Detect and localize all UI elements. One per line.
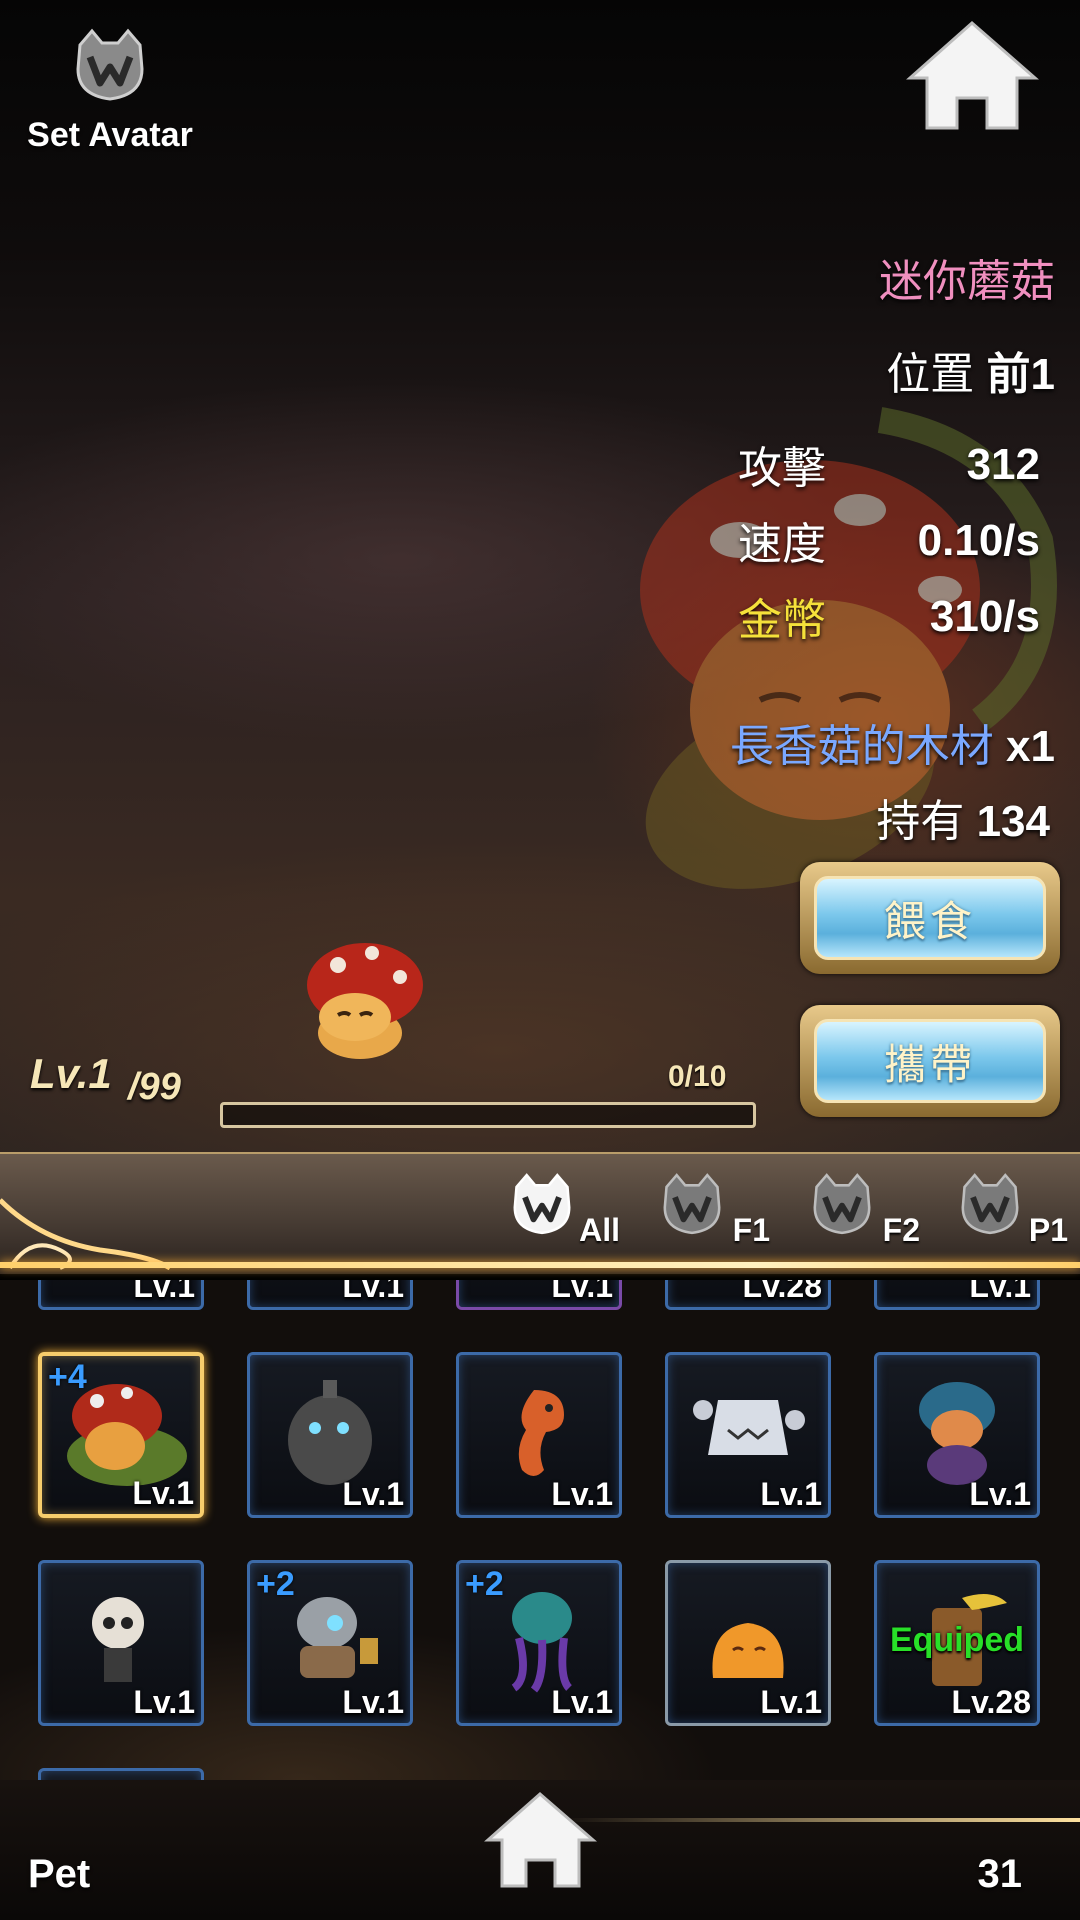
pet-level: Lv.1 (551, 1684, 613, 1720)
gold-value: 310/s (929, 592, 1040, 641)
pet-slot[interactable]: Lv.1 (665, 1560, 831, 1726)
equipped-label: Equiped (889, 1621, 1025, 1659)
pet-scene-background (0, 0, 1080, 1160)
wolf-emblem-icon (513, 1173, 571, 1235)
pet-slot[interactable] (38, 1768, 204, 1780)
feed-material: 長香菇的木材 x1 (730, 710, 1055, 774)
pet-slot[interactable]: Lv.1 (874, 1352, 1040, 1518)
filter-label: All (579, 1212, 620, 1248)
filter-label: F1 (732, 1212, 770, 1248)
owned-label: 持有 (876, 797, 965, 846)
speed-label: 速度 (738, 520, 826, 569)
level-current: Lv.1 (30, 1050, 112, 1097)
pet-slot[interactable]: Lv.28 (665, 1280, 831, 1310)
carry-button[interactable]: 攜帶 (800, 1005, 1060, 1117)
exp-progress-bar (220, 1102, 756, 1128)
gold-label: 金幣 (738, 596, 826, 645)
pet-level: Lv.1 (342, 1280, 404, 1304)
material-name: 長香菇的木材 (729, 722, 994, 771)
pet-level: Lv.1 (132, 1475, 194, 1511)
pet-grid[interactable]: Lv.1 Lv.1 Lv.1 Lv.28 Lv.1 +4 Lv.1 Lv.1 L… (0, 1280, 1080, 1780)
exp-text: 0/10 (668, 1060, 727, 1093)
ornament-swirl (0, 1198, 172, 1270)
pet-level: Lv.1 (969, 1280, 1031, 1304)
pet-level: Lv.1 (342, 1684, 404, 1720)
feed-button-label: 餵食 (814, 876, 1046, 960)
pet-slot[interactable]: Lv.1 (456, 1280, 622, 1310)
pet-level: Lv.1 (969, 1476, 1031, 1512)
feed-button[interactable]: 餵食 (800, 862, 1060, 974)
pet-slot[interactable]: Lv.1 (247, 1280, 413, 1310)
filter-divider (0, 1262, 1080, 1268)
attack-value: 312 (966, 440, 1040, 489)
filter-tab-f1[interactable]: F1 (658, 1170, 778, 1250)
filter-tab-all[interactable]: All (508, 1170, 628, 1250)
carry-button-label: 攜帶 (814, 1019, 1046, 1103)
pet-slot[interactable]: +2 Lv.1 (247, 1560, 413, 1726)
speed-value: 0.10/s (917, 516, 1040, 565)
pet-level: Lv.1 (551, 1476, 613, 1512)
wolf-emblem-icon (663, 1173, 721, 1235)
pet-level: Lv.28 (742, 1280, 822, 1304)
pet-sprite (307, 943, 423, 1059)
pet-slot[interactable]: Lv.1 (874, 1280, 1040, 1310)
pet-level: Lv.1 (760, 1684, 822, 1720)
filter-label: P1 (1028, 1212, 1068, 1248)
set-avatar-label: Set Avatar (27, 116, 193, 154)
owned-value: 134 (976, 797, 1050, 846)
pet-slot[interactable]: Lv.1 (665, 1352, 831, 1518)
pet-level: Lv.1 (342, 1476, 404, 1512)
ghost-pet-icon (693, 1400, 805, 1455)
pet-slot[interactable]: +2 Lv.1 (456, 1560, 622, 1726)
footer-title: Pet (28, 1852, 91, 1896)
footer-divider (560, 1818, 1080, 1822)
pet-slot-selected[interactable]: +4 Lv.1 (38, 1352, 204, 1518)
pet-level: Lv.1 (133, 1684, 195, 1720)
attack-label: 攻擊 (738, 444, 826, 493)
pet-slot[interactable]: Lv.1 (38, 1280, 204, 1310)
owned-count: 持有 134 (876, 785, 1050, 849)
iron-golem-pet-icon (288, 1380, 372, 1485)
set-avatar-button[interactable]: Set Avatar (20, 25, 200, 165)
position-value: 前1 (986, 350, 1055, 399)
material-qty: x1 (1006, 722, 1055, 771)
skull-kid-pet-icon (92, 1597, 144, 1682)
filter-tab-p1[interactable]: P1 (956, 1170, 1076, 1250)
upgrade-badge: +2 (465, 1565, 504, 1603)
wolf-emblem-icon (961, 1173, 1019, 1235)
level-max: /99 (128, 1066, 181, 1108)
orange-slime-pet-icon (712, 1623, 784, 1678)
filter-label: F2 (882, 1212, 920, 1248)
home-icon[interactable] (483, 1790, 598, 1890)
pet-slot-equipped[interactable]: Equiped Lv.28 (874, 1560, 1040, 1726)
pet-count: 31 (977, 1852, 1023, 1896)
pet-slot[interactable]: Lv.1 (38, 1560, 204, 1726)
pet-level: Lv.28 (951, 1684, 1031, 1720)
pet-level: Lv.1 (760, 1476, 822, 1512)
upgrade-badge: +2 (256, 1565, 295, 1603)
position-label: 位置 (886, 350, 975, 399)
pet-level: Lv.1 (551, 1280, 613, 1304)
home-icon[interactable] (905, 18, 1040, 133)
wolf-emblem-icon (76, 28, 144, 101)
filter-tab-f2[interactable]: F2 (808, 1170, 928, 1250)
seahorse-pet-icon (518, 1390, 564, 1476)
pet-position: 位置 前1 (886, 338, 1055, 402)
dragon-kid-pet-icon (919, 1382, 995, 1485)
wolf-emblem-icon (813, 1173, 871, 1235)
upgrade-badge: +4 (48, 1358, 87, 1396)
pet-slot[interactable]: Lv.1 (456, 1352, 622, 1518)
pet-slot[interactable]: Lv.1 (247, 1352, 413, 1518)
pet-level: Lv.1 (133, 1280, 195, 1304)
pet-name: 迷你蘑菇 (879, 257, 1055, 306)
